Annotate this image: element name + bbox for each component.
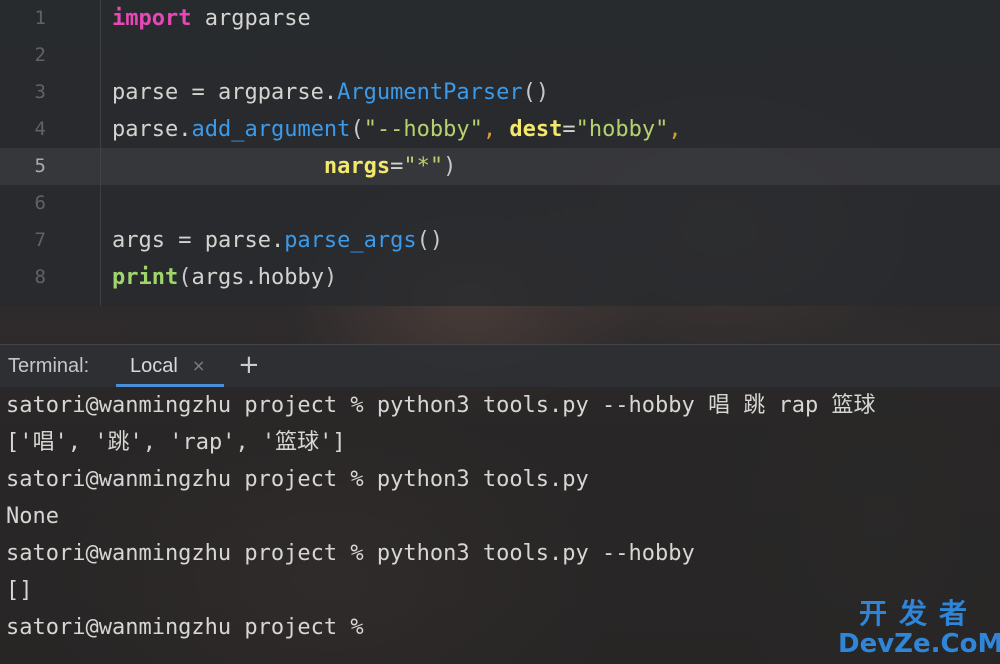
code-line[interactable]: 7 args = parse.parse_args(): [0, 222, 1000, 259]
code-token: parse = argparse.: [112, 80, 338, 105]
code-token: "*": [403, 154, 444, 179]
code-token: parse.: [112, 117, 192, 142]
tab-local-label: Local: [130, 355, 178, 377]
watermark-bottom: DevZe.CoM: [838, 629, 1000, 659]
code-text: args = parse.parse_args(): [112, 222, 443, 259]
code-token: args.hobby: [191, 265, 324, 290]
line-number: 3: [34, 81, 46, 103]
code-token: add_argument: [191, 117, 351, 142]
code-token: ): [443, 154, 457, 179]
code-token: (: [178, 265, 192, 290]
code-line[interactable]: 8 print(args.hobby): [0, 259, 1000, 296]
watermark-logo: 开发者 DevZe.CoM: [838, 597, 1000, 659]
code-token: print: [112, 265, 179, 290]
line-number: 5: [34, 155, 46, 177]
code-line[interactable]: 2: [0, 37, 1000, 74]
line-number: 8: [34, 266, 46, 288]
code-token: dest: [509, 117, 563, 142]
line-number: 1: [34, 7, 46, 29]
code-text: import argparse: [112, 0, 311, 37]
code-text: parse = argparse.ArgumentParser(): [112, 74, 549, 111]
code-editor[interactable]: 1 import argparse 2 3 parse = argparse.Argum…: [0, 0, 1000, 306]
code-token: ): [323, 265, 338, 290]
code-token: (): [416, 228, 444, 253]
code-line[interactable]: 3 parse = argparse.ArgumentParser(): [0, 74, 1000, 111]
code-token: =: [390, 154, 404, 179]
code-token: parse_args: [284, 228, 417, 253]
line-number: 7: [34, 229, 46, 251]
code-line[interactable]: 4 parse.add_argument("--hobby", dest="hob…: [0, 111, 1000, 148]
line-number: 4: [34, 118, 46, 140]
terminal-line: satori@wanmingzhu project %: [6, 615, 364, 640]
code-text: nargs="*"): [112, 148, 456, 185]
terminal-title: Terminal:: [8, 355, 90, 377]
code-token: "hobby": [575, 117, 669, 142]
code-token: (: [350, 117, 364, 142]
line-number: 2: [34, 44, 46, 66]
code-token: argparse: [191, 6, 311, 31]
ide-window: 1 import argparse 2 3 parse = argparse.Argum…: [0, 0, 1000, 664]
code-token: =: [562, 117, 576, 142]
code-text: print(args.hobby): [112, 259, 337, 296]
code-token: (): [522, 80, 550, 105]
code-text: parse.add_argument("--hobby", dest="hobb…: [112, 111, 682, 148]
code-token: args = parse.: [112, 228, 285, 253]
code-line[interactable]: 6: [0, 185, 1000, 222]
terminal-line: satori@wanmingzhu project % python3 tool…: [6, 393, 876, 418]
terminal-line: []: [6, 578, 33, 603]
code-line[interactable]: 5 nargs="*"): [0, 148, 1000, 185]
code-token: ,: [668, 117, 682, 142]
watermark-top: 开发者: [858, 597, 979, 630]
add-tab-icon[interactable]: +: [238, 345, 260, 387]
code-token: nargs: [323, 154, 391, 179]
code-token: import: [112, 6, 192, 31]
terminal-line: None: [6, 504, 59, 529]
terminal-line: satori@wanmingzhu project % python3 tool…: [6, 541, 695, 566]
line-number: 6: [34, 192, 46, 214]
code-token: ArgumentParser: [337, 80, 523, 105]
code-token: "--hobby": [363, 117, 483, 142]
terminal-line: ['唱', '跳', 'rap', '篮球']: [6, 430, 346, 455]
code-line[interactable]: 1 import argparse: [0, 0, 1000, 37]
code-token: ,: [482, 117, 510, 142]
close-icon[interactable]: ×: [192, 345, 205, 387]
terminal-tab-bar: Terminal: Local × +: [0, 344, 1000, 387]
terminal-line: satori@wanmingzhu project % python3 tool…: [6, 467, 589, 492]
panel-splitter[interactable]: [0, 306, 1000, 344]
tab-local[interactable]: Local ×: [116, 345, 224, 387]
